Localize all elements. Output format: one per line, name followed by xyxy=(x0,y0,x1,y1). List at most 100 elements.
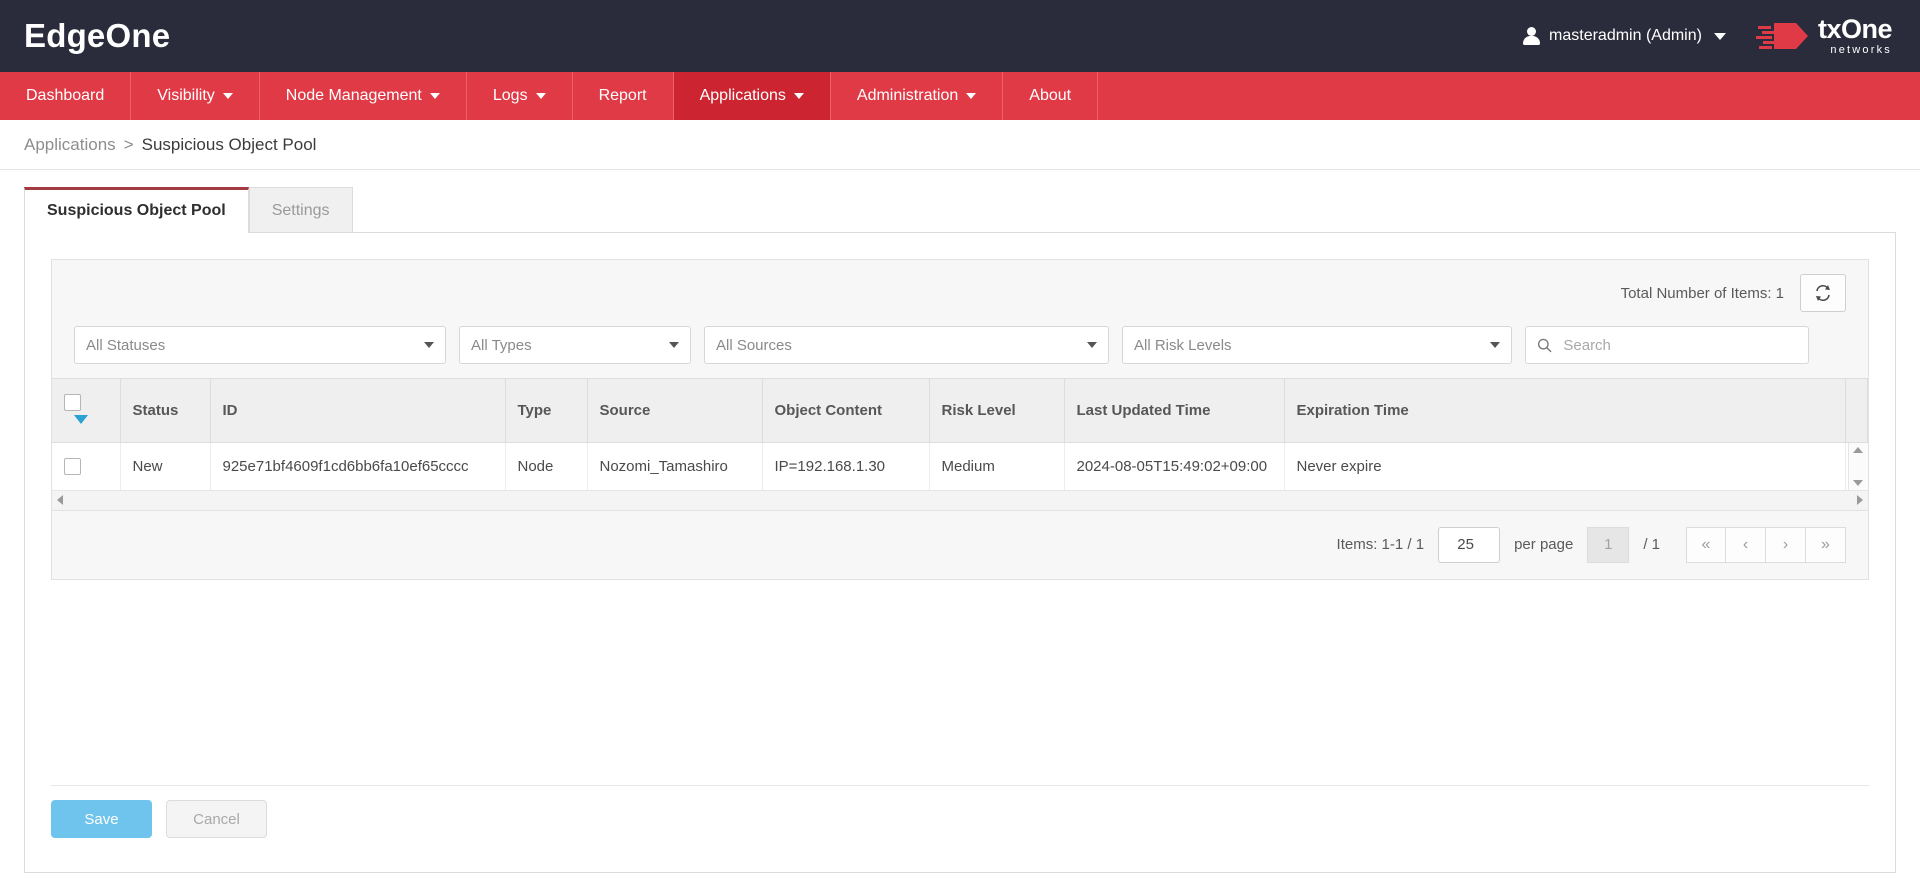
per-page-select[interactable]: 25 xyxy=(1438,527,1500,563)
nav-label: Logs xyxy=(493,87,528,105)
status-filter-select[interactable]: All Statuses xyxy=(74,326,446,364)
txone-logo: txOne networks xyxy=(1756,16,1892,56)
txone-logo-sub: networks xyxy=(1818,45,1892,56)
nav-item-node-management[interactable]: Node Management xyxy=(260,72,467,120)
column-header-object-content[interactable]: Object Content xyxy=(762,379,929,443)
source-filter-select[interactable]: All Sources xyxy=(704,326,1109,364)
chevron-down-icon xyxy=(430,93,440,99)
select-all-checkbox[interactable] xyxy=(64,394,81,411)
tab-strip: Suspicious Object Pool Settings xyxy=(0,170,1920,232)
search-input[interactable] xyxy=(1561,336,1797,355)
user-avatar-icon xyxy=(1523,27,1540,45)
cell-risk-level: Medium xyxy=(929,442,1064,490)
column-header-status[interactable]: Status xyxy=(120,379,210,443)
source-filter-value: All Sources xyxy=(716,337,792,354)
user-menu[interactable]: masteradmin (Admin) xyxy=(1523,27,1726,45)
column-header-expiration-time[interactable]: Expiration Time xyxy=(1284,379,1846,443)
column-header-id[interactable]: ID xyxy=(210,379,505,443)
row-checkbox[interactable] xyxy=(64,458,81,475)
refresh-icon xyxy=(1813,283,1833,303)
tab-suspicious-object-pool[interactable]: Suspicious Object Pool xyxy=(24,187,249,233)
sort-descending-triangle-icon[interactable] xyxy=(74,415,88,424)
current-page-value: 1 xyxy=(1604,536,1612,553)
scroll-up-icon[interactable] xyxy=(1853,447,1863,453)
main-navigation: Dashboard Visibility Node Management Log… xyxy=(0,72,1920,120)
table-toolbar: Total Number of Items: 1 xyxy=(52,260,1868,326)
cell-last-updated-time: 2024-08-05T15:49:02+09:00 xyxy=(1064,442,1284,490)
nav-label: About xyxy=(1029,87,1071,105)
per-page-value: 25 xyxy=(1457,536,1474,553)
table-row[interactable]: New 925e71bf4609f1cd6bb6fa10ef65cccc Nod… xyxy=(52,442,1868,490)
cell-id: 925e71bf4609f1cd6bb6fa10ef65cccc xyxy=(210,442,505,490)
chevron-down-icon xyxy=(223,93,233,99)
breadcrumb: Applications > Suspicious Object Pool xyxy=(0,120,1920,170)
column-header-risk-level[interactable]: Risk Level xyxy=(929,379,1064,443)
search-box[interactable] xyxy=(1525,326,1809,364)
pagination-bar: Items: 1-1 / 1 25 per page 1 / 1 « ‹ › » xyxy=(52,511,1868,579)
column-header-type[interactable]: Type xyxy=(505,379,587,443)
tab-label: Suspicious Object Pool xyxy=(47,202,226,219)
txone-logo-text: txOne networks xyxy=(1818,16,1892,56)
save-button[interactable]: Save xyxy=(51,800,152,838)
total-items-label: Total Number of Items: 1 xyxy=(1621,285,1784,302)
app-header: EdgeOne masteradmin (Admin) txOne networ… xyxy=(0,0,1920,72)
column-header-last-updated-time[interactable]: Last Updated Time xyxy=(1064,379,1284,443)
chevron-down-icon xyxy=(669,342,679,348)
table-header-row: Status ID Type Source Object Content Ris… xyxy=(52,379,1868,443)
nav-item-about[interactable]: About xyxy=(1003,72,1098,120)
column-header-source[interactable]: Source xyxy=(587,379,762,443)
nav-label: Applications xyxy=(700,87,786,105)
row-select-cell xyxy=(52,442,120,490)
breadcrumb-parent[interactable]: Applications xyxy=(24,135,116,155)
scroll-right-icon[interactable] xyxy=(1857,495,1863,505)
chevron-down-icon xyxy=(1087,342,1097,348)
footer-divider xyxy=(51,785,1869,786)
scroll-down-icon[interactable] xyxy=(1853,480,1863,486)
nav-item-report[interactable]: Report xyxy=(573,72,674,120)
tab-label: Settings xyxy=(272,202,330,219)
first-page-button[interactable]: « xyxy=(1686,527,1726,563)
pagination-buttons: « ‹ › » xyxy=(1686,527,1846,563)
app-brand: EdgeOne xyxy=(24,17,170,55)
content-panel: Total Number of Items: 1 All Statuses Al… xyxy=(24,232,1896,873)
scroll-left-icon[interactable] xyxy=(57,495,63,505)
vertical-scrollbar[interactable] xyxy=(1848,443,1868,490)
per-page-label: per page xyxy=(1514,536,1573,553)
nav-item-applications[interactable]: Applications xyxy=(674,72,831,120)
nav-item-dashboard[interactable]: Dashboard xyxy=(0,72,131,120)
form-actions: Save Cancel xyxy=(51,800,267,838)
type-filter-select[interactable]: All Types xyxy=(459,326,691,364)
previous-page-button[interactable]: ‹ xyxy=(1726,527,1766,563)
nav-label: Dashboard xyxy=(26,87,104,105)
suspicious-object-table: Status ID Type Source Object Content Ris… xyxy=(52,378,1868,491)
status-filter-value: All Statuses xyxy=(86,337,165,354)
user-menu-label: masteradmin (Admin) xyxy=(1549,27,1702,45)
nav-label: Visibility xyxy=(157,87,215,105)
current-page-input[interactable]: 1 xyxy=(1587,527,1629,563)
cell-expiration-time: Never expire xyxy=(1284,442,1846,490)
pagination-items-label: Items: 1-1 / 1 xyxy=(1337,536,1425,553)
nav-label: Report xyxy=(599,87,647,105)
table-container: Total Number of Items: 1 All Statuses Al… xyxy=(51,259,1869,580)
risk-level-filter-select[interactable]: All Risk Levels xyxy=(1122,326,1512,364)
cell-status: New xyxy=(120,442,210,490)
horizontal-scrollbar[interactable] xyxy=(52,491,1868,511)
nav-item-administration[interactable]: Administration xyxy=(831,72,1003,120)
txone-logo-main: txOne xyxy=(1818,16,1892,43)
nav-item-visibility[interactable]: Visibility xyxy=(131,72,260,120)
tab-settings[interactable]: Settings xyxy=(249,187,353,233)
cancel-button[interactable]: Cancel xyxy=(166,800,267,838)
refresh-button[interactable] xyxy=(1800,274,1846,312)
chevron-down-icon xyxy=(1490,342,1500,348)
breadcrumb-current: Suspicious Object Pool xyxy=(142,135,317,155)
nav-label: Administration xyxy=(857,87,958,105)
cell-object-content: IP=192.168.1.30 xyxy=(762,442,929,490)
header-right-group: masteradmin (Admin) txOne networks xyxy=(1523,16,1892,56)
nav-label: Node Management xyxy=(286,87,422,105)
nav-item-logs[interactable]: Logs xyxy=(467,72,573,120)
search-icon xyxy=(1537,337,1552,354)
next-page-button[interactable]: › xyxy=(1766,527,1806,563)
risk-filter-value: All Risk Levels xyxy=(1134,337,1232,354)
last-page-button[interactable]: » xyxy=(1806,527,1846,563)
total-pages-label: / 1 xyxy=(1643,536,1660,553)
